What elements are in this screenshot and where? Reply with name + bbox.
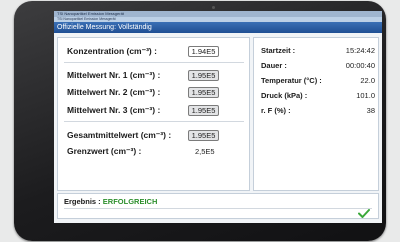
- duration-row: Dauer : 00:00:40: [261, 60, 375, 71]
- pressure-label: Druck (kPa) :: [261, 91, 308, 100]
- conditions-panel: Startzeit : 15:24:42 Dauer : 00:00:40 Te…: [253, 37, 379, 191]
- camera-dot: [212, 6, 215, 9]
- pressure-value: 101.0: [356, 91, 375, 100]
- mean2-value: 1.95E5: [188, 87, 219, 98]
- pressure-row: Druck (kPa) : 101.0: [261, 90, 375, 101]
- limit-value: 2,5E5: [195, 147, 215, 156]
- concentration-label: Konzentration (cm⁻³) :: [67, 46, 157, 56]
- duration-value: 00:00:40: [345, 61, 375, 70]
- mean1-label: Mittelwert Nr. 1 (cm⁻³) :: [67, 70, 161, 80]
- duration-label: Dauer :: [261, 61, 287, 70]
- result-label: Ergebnis :: [64, 197, 101, 206]
- result-text: Ergebnis : ERFOLGREICH: [64, 197, 157, 207]
- concentration-value: 1.94E5: [188, 46, 219, 57]
- page-title: Offizielle Messung: Vollständig: [54, 22, 382, 33]
- divider: [64, 121, 244, 122]
- mean1-value: 1.95E5: [188, 70, 219, 81]
- tablet-device: TSI Nanopartikel Emission Messgerät TSI …: [14, 1, 386, 241]
- result-value: ERFOLGREICH: [102, 197, 158, 206]
- mean3-label: Mittelwert Nr. 3 (cm⁻³) :: [67, 105, 161, 115]
- humidity-value: 38: [366, 106, 375, 115]
- limit-label: Grenzwert (cm⁻³) :: [67, 146, 142, 156]
- screen: TSI Nanopartikel Emission Messgerät TSI …: [54, 11, 382, 223]
- divider: [64, 208, 372, 209]
- start-time-value: 15:24:42: [345, 46, 375, 55]
- checkmark-icon: [358, 209, 370, 218]
- confirm-button[interactable]: [356, 209, 372, 218]
- total-mean-label: Gesamtmittelwert (cm⁻³) :: [67, 130, 172, 140]
- mean2-label: Mittelwert Nr. 2 (cm⁻³) :: [67, 87, 161, 97]
- temperature-label: Temperatur (°C) :: [261, 76, 322, 85]
- start-time-row: Startzeit : 15:24:42: [261, 45, 375, 56]
- temperature-value: 22.0: [360, 76, 375, 85]
- measurement-panel: Konzentration (cm⁻³) : 1.94E5 Mittelwert…: [57, 37, 250, 191]
- mean3-value: 1.95E5: [188, 105, 219, 116]
- start-time-label: Startzeit :: [261, 46, 296, 55]
- total-mean-value: 1.95E5: [188, 130, 219, 141]
- humidity-row: r. F (%) : 38: [261, 105, 375, 116]
- result-bar: Ergebnis : ERFOLGREICH: [57, 193, 379, 219]
- humidity-label: r. F (%) :: [261, 106, 291, 115]
- divider: [64, 62, 244, 63]
- temperature-row: Temperatur (°C) : 22.0: [261, 75, 375, 86]
